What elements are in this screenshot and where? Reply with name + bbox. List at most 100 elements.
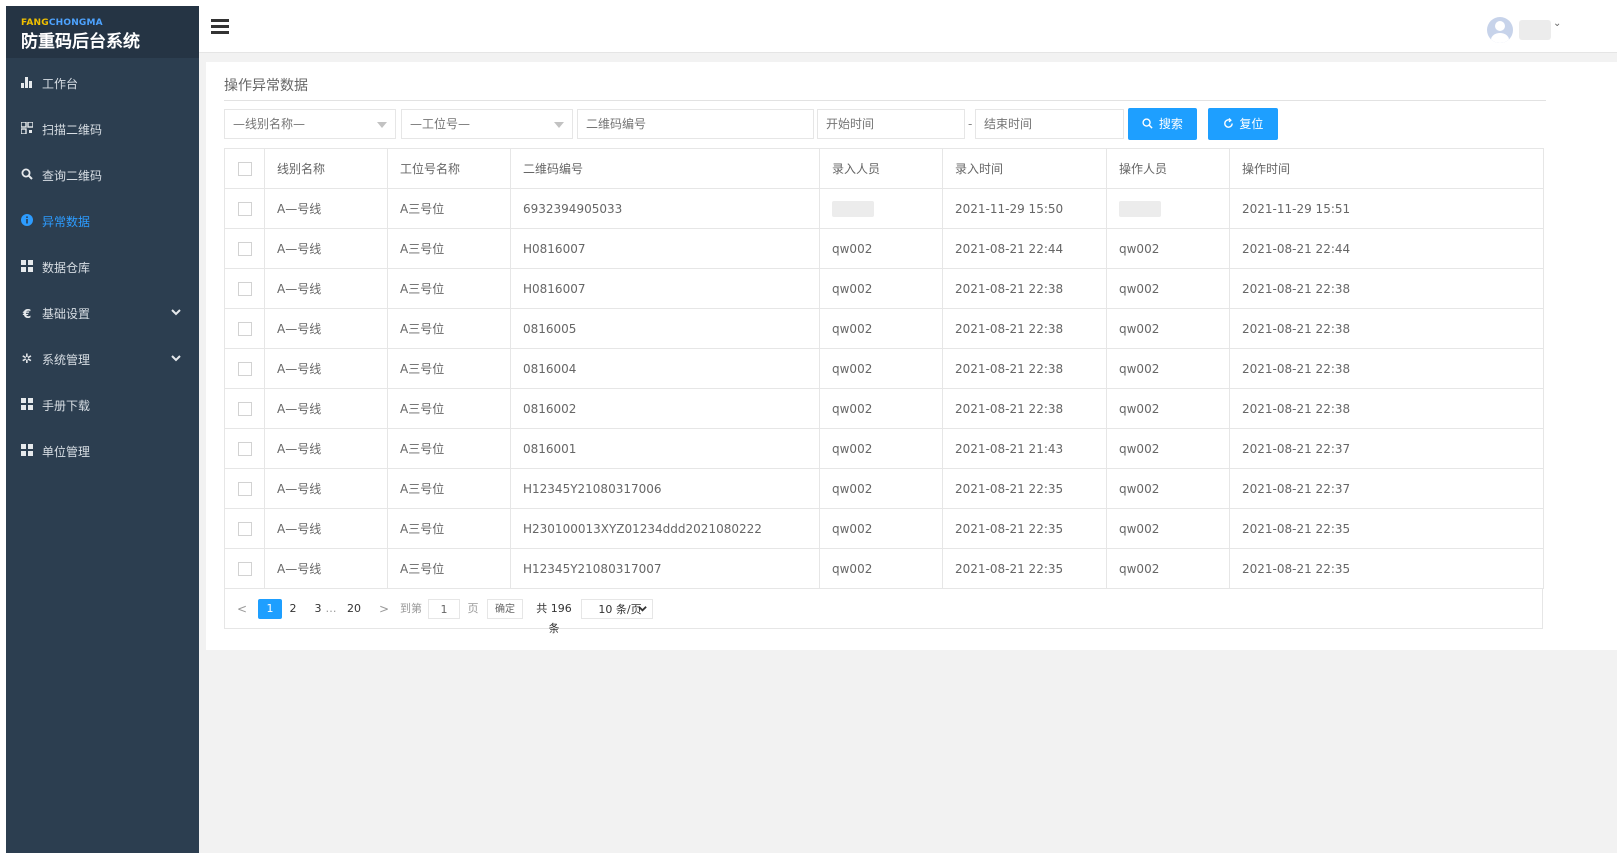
next-page-button[interactable]: > [377,599,391,619]
sidebar-item-label: 手册下载 [42,399,91,413]
table-cell: A三号位 [387,268,511,309]
table-cell: A—号线 [264,188,388,229]
table-cell: qw002 [819,468,943,509]
table-cell: A三号位 [387,428,511,469]
table-cell: 2021-08-21 22:37 [1229,468,1544,509]
page-title: 操作异常数据 [224,78,308,94]
username-redacted[interactable] [1519,20,1551,40]
sidebar-item-abnormal-data[interactable]: 异常数据 [6,199,199,245]
column-header[interactable]: 线别名称 [264,148,388,189]
row-checkbox[interactable] [237,361,252,376]
menu-toggle-icon[interactable] [211,19,229,35]
table-cell: A—号线 [264,468,388,509]
table-row[interactable]: A—号线 A三号位 0816004 qw002 2021-08-21 22:38 qw00… [224,348,1544,389]
table-cell: 0816002 [510,388,820,429]
column-header[interactable]: 操作时间 [1229,148,1544,189]
row-select-cell [224,508,265,549]
station-select-value: —工位号— [410,117,471,131]
row-checkbox[interactable] [237,441,252,456]
row-checkbox[interactable] [237,241,252,256]
row-checkbox[interactable] [237,201,252,216]
grid-icon [19,383,35,429]
table-cell: 2021-08-21 22:38 [1229,268,1544,309]
sidebar-item-system-management[interactable]: ✲ 系统管理 [6,337,199,383]
sidebar-item-basic-settings[interactable]: € 基础设置 [6,291,199,337]
page-size-select[interactable]: 10 条/页 [581,599,653,619]
avatar[interactable] [1487,17,1513,43]
row-checkbox[interactable] [237,281,252,296]
table-row[interactable]: A—号线 A三号位 6932394905033 2021-11-29 15:50 202… [224,188,1544,229]
table-cell: 2021-08-21 22:38 [942,268,1107,309]
row-checkbox[interactable] [237,321,252,336]
table-header-row: 线别名称 工位号名称 二维码编号 录入人员 录入时间 操作人员 操作时间 [224,148,1544,189]
station-select[interactable]: —工位号— [401,109,573,139]
table-row[interactable]: A—号线 A三号位 0816005 qw002 2021-08-21 22:38 qw00… [224,308,1544,349]
row-checkbox[interactable] [237,401,252,416]
table-cell: A三号位 [387,388,511,429]
chevron-down-icon [171,291,181,337]
table-row[interactable]: A—号线 A三号位 0816001 qw002 2021-08-21 21:43 qw00… [224,428,1544,469]
table-cell: qw002 [1106,348,1230,389]
sidebar-item-unit-management[interactable]: 单位管理 [6,429,199,475]
table-cell: A—号线 [264,548,388,589]
table-cell: qw002 [1106,228,1230,269]
table-cell: 2021-08-21 22:44 [942,228,1107,269]
sidebar-item-query-qrcode[interactable]: 查询二维码 [6,153,199,199]
qrcode-input[interactable]: 二维码编号 [577,109,814,139]
table-cell: 6932394905033 [510,188,820,229]
row-checkbox[interactable] [237,481,252,496]
search-button[interactable]: 搜索 [1128,108,1197,140]
logo[interactable]: FANGCHONGMA 防重码后台系统 [6,6,199,58]
table-cell: 2021-08-21 21:43 [942,428,1107,469]
row-select-cell [224,188,265,229]
page-button-last[interactable]: 20 [343,599,365,619]
select-all-cell [224,148,265,189]
row-checkbox[interactable] [237,521,252,536]
table-cell: qw002 [1106,508,1230,549]
goto-page-input[interactable]: 1 [428,599,460,619]
chevron-down-icon [171,337,181,383]
select-all-checkbox[interactable] [237,161,252,176]
table-cell: A三号位 [387,468,511,509]
reset-button[interactable]: 复位 [1208,108,1278,140]
column-header[interactable]: 录入人员 [819,148,943,189]
sidebar-item-label: 异常数据 [42,215,91,229]
table-cell: 0816005 [510,308,820,349]
column-header[interactable]: 录入时间 [942,148,1107,189]
row-select-cell [224,348,265,389]
table-row[interactable]: A—号线 A三号位 H0816007 qw002 2021-08-21 22:38 qw0… [224,268,1544,309]
start-time-input[interactable]: 开始时间 [817,109,965,139]
table-row[interactable]: A—号线 A三号位 H0816007 qw002 2021-08-21 22:44 qw0… [224,228,1544,269]
column-header[interactable]: 二维码编号 [510,148,820,189]
column-header[interactable]: 工位号名称 [387,148,511,189]
column-header[interactable]: 操作人员 [1106,148,1230,189]
row-checkbox[interactable] [237,561,252,576]
table-row[interactable]: A—号线 A三号位 H230100013XYZ01234ddd2021080222 q… [224,508,1544,549]
prev-page-button[interactable]: < [235,599,249,619]
row-select-cell [224,268,265,309]
table-cell: A—号线 [264,348,388,389]
goto-confirm-button[interactable]: 确定 [487,599,523,619]
table-row[interactable]: A—号线 A三号位 H12345Y21080317006 qw002 2021-08-2… [224,468,1544,509]
page-button[interactable]: 2 [286,599,300,619]
table-cell: A三号位 [387,308,511,349]
sidebar-item-manual-download[interactable]: 手册下载 [6,383,199,429]
sidebar-item-scan-qrcode[interactable]: 扫描二维码 [6,107,199,153]
table-cell: A—号线 [264,308,388,349]
line-select[interactable]: —线别名称— [224,109,396,139]
reset-button-label: 复位 [1239,117,1264,131]
table-cell: qw002 [819,508,943,549]
end-time-input[interactable]: 结束时间 [975,109,1124,139]
table-row[interactable]: A—号线 A三号位 H12345Y21080317007 qw002 2021-08-2… [224,548,1544,589]
table-cell: 2021-08-21 22:38 [942,348,1107,389]
page-button[interactable]: 3 [311,599,325,619]
sidebar-item-data-warehouse[interactable]: 数据仓库 [6,245,199,291]
table-row[interactable]: A—号线 A三号位 0816002 qw002 2021-08-21 22:38 qw00… [224,388,1544,429]
sidebar-item-workbench[interactable]: 工作台 [6,61,199,107]
redacted-user [832,200,874,217]
goto-label: 到第 [400,602,422,615]
sidebar: FANGCHONGMA 防重码后台系统 工作台 扫描二维码 查询二维码 异常数据… [6,6,199,853]
page-button-current[interactable]: 1 [258,599,282,619]
chevron-down-icon[interactable]: ⌄ [1553,18,1561,29]
sidebar-item-label: 工作台 [42,77,79,91]
